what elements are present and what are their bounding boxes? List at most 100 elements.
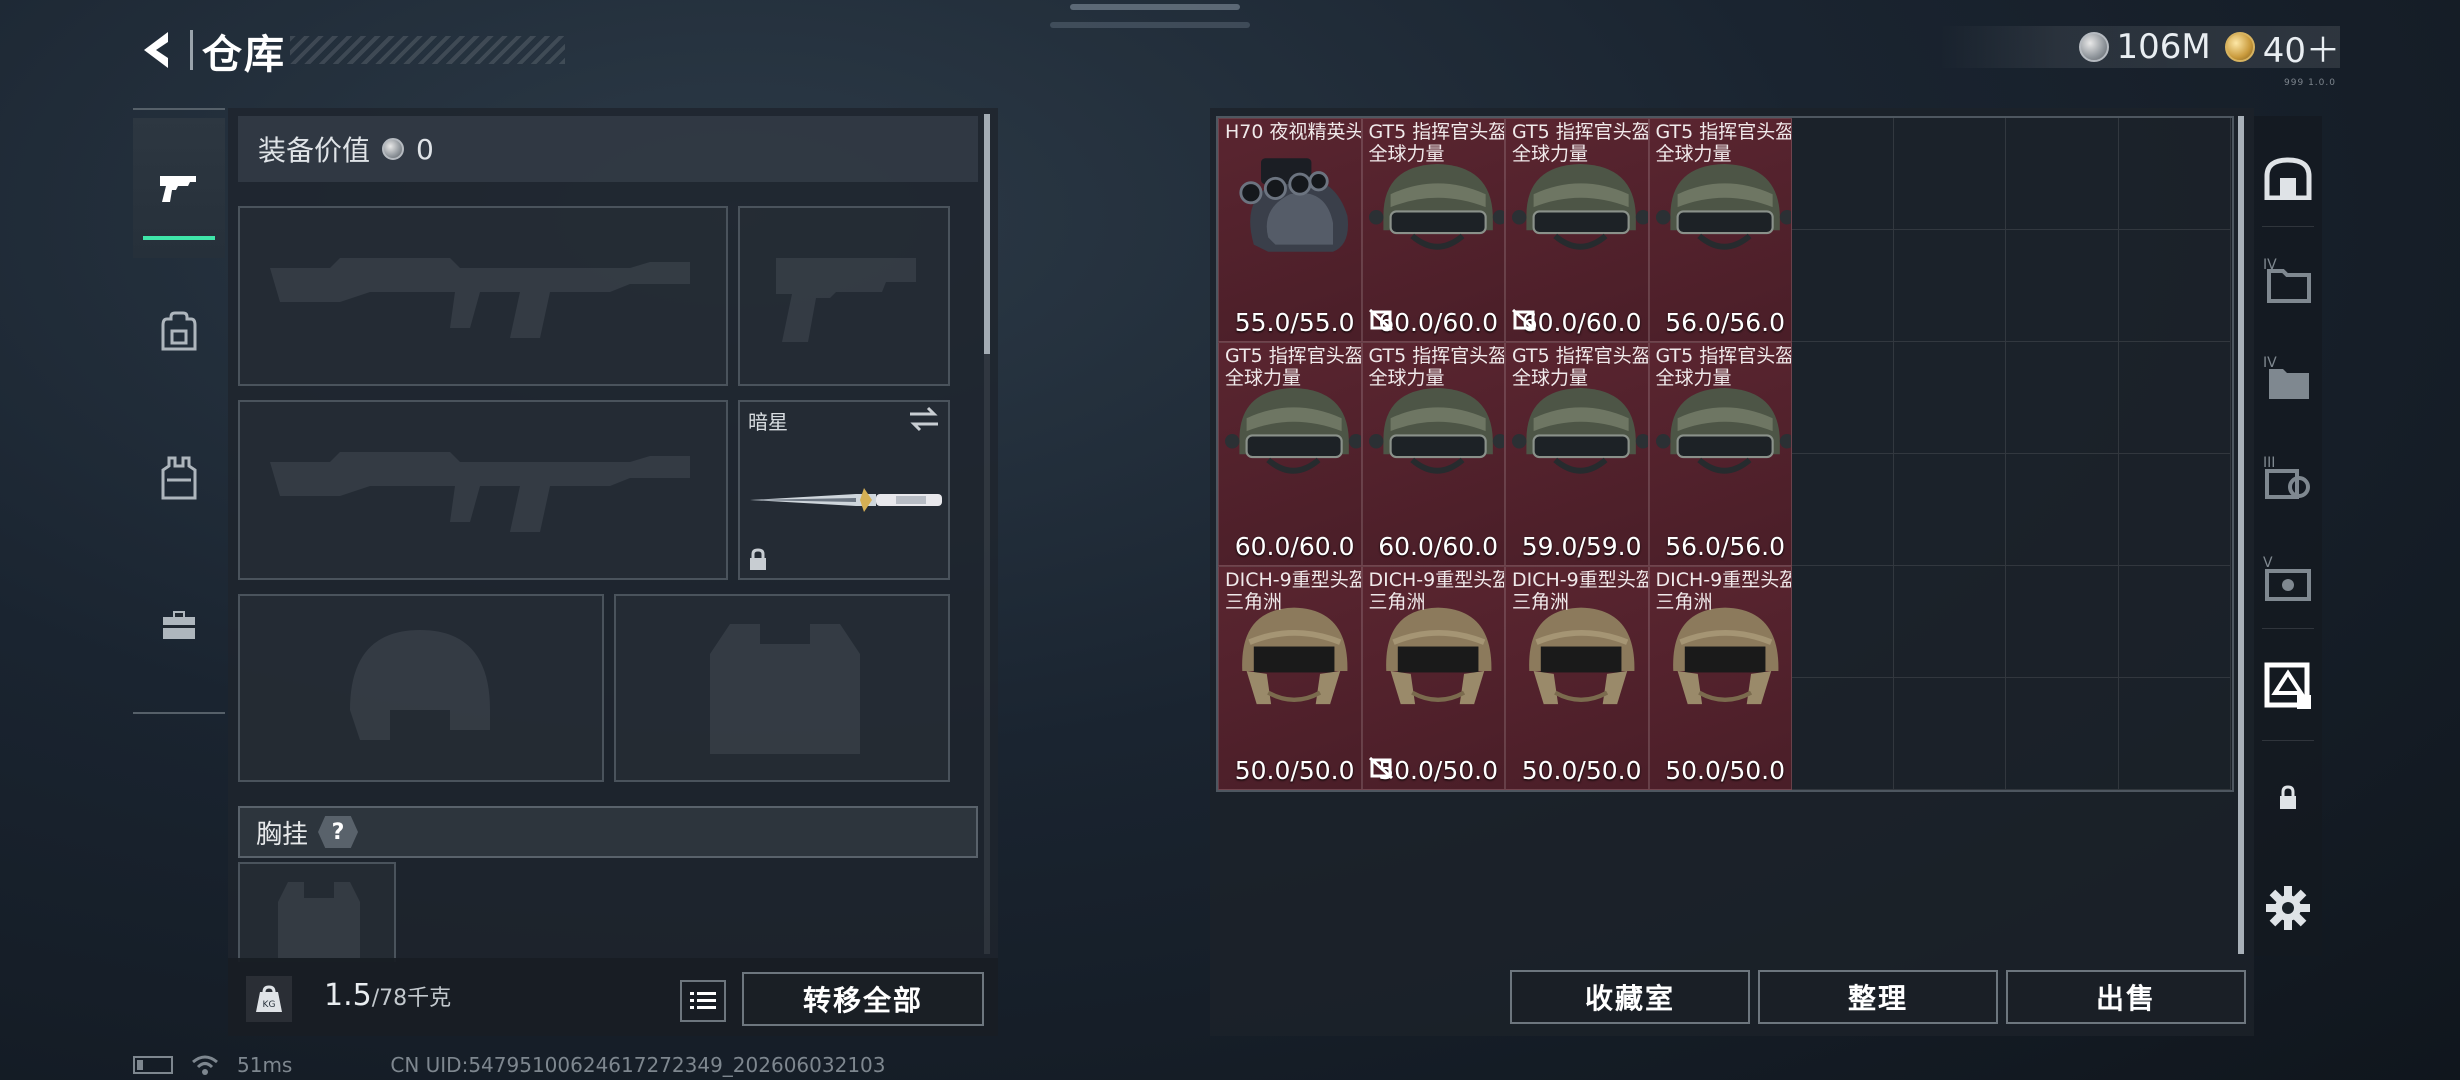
storage-grid-cell[interactable] <box>1780 118 1894 230</box>
storage-grid-cell[interactable] <box>1893 118 2007 230</box>
storage-item-dich-helmet[interactable]: DICH-9重型头盔 三角洲 50.0/50.0 <box>1505 566 1649 790</box>
storage-grid-cell[interactable] <box>2118 454 2232 566</box>
storage-grid-cell[interactable] <box>1780 454 1894 566</box>
tier-v-safe-icon: V <box>2263 555 2311 601</box>
storage-grid-cell[interactable] <box>2006 678 2119 790</box>
helmet-icon <box>1368 151 1505 262</box>
item-name-line1: GT5 指挥官头盔 <box>1512 121 1649 143</box>
item-durability: 60.0/60.0 <box>1378 308 1498 337</box>
item-name-line2: 全球力量 <box>1368 367 1445 389</box>
item-name-line2: 全球力量 <box>1512 367 1589 389</box>
nav-item-toolbox[interactable] <box>133 554 225 694</box>
sort-button[interactable]: 整理 <box>1758 970 1998 1024</box>
status-bar: 51ms CN UID:5479510062461727234­9_202606… <box>133 1052 886 1078</box>
storage-grid-cell[interactable] <box>2118 342 2232 454</box>
storage-grid-cell[interactable] <box>1893 342 2007 454</box>
storage-item-nvg-helmet[interactable]: H70 夜视精英头盔 55.0/55.0 <box>1218 118 1362 342</box>
storage-scrollbar[interactable] <box>2238 116 2244 954</box>
no-trade-icon <box>1511 308 1537 335</box>
melee-slot[interactable]: 暗星 <box>738 400 950 580</box>
storage-item-dich-helmet[interactable]: DICH-9重型头盔 三角洲 50.0/50.0 <box>1218 566 1362 790</box>
nav-separator <box>2262 740 2314 741</box>
storage-grid-cell[interactable] <box>2118 678 2232 790</box>
storage-item-gt5-helmet[interactable]: GT5 指挥官头盔 全球力量 59.0/59.0 <box>1505 342 1649 566</box>
storage-item-gt5-helmet[interactable]: GT5 指挥官头盔 全球力量 60.0/60.0 <box>1361 118 1505 342</box>
helmet-icon <box>1656 599 1792 710</box>
storage-item-gt5-helmet[interactable]: GT5 指挥官头盔 全球力量 56.0/56.0 <box>1648 118 1792 342</box>
silver-currency[interactable]: 106M <box>2078 27 2211 67</box>
storage-grid-cell[interactable] <box>2006 566 2119 678</box>
storage-grid-cell[interactable] <box>1893 230 2007 342</box>
primary-weapon-slot-1[interactable] <box>238 206 728 386</box>
chest-rig-silhouette-icon <box>278 882 360 958</box>
nav-item-tier-iv-folder[interactable]: IV <box>2254 330 2322 426</box>
storage-item-gt5-helmet[interactable]: GT5 指挥官头盔 全球力量 56.0/56.0 <box>1648 342 1792 566</box>
storage-item-dich-helmet[interactable]: DICH-9重型头盔 三角洲 50.0/50.0 <box>1361 566 1505 790</box>
helmet-icon <box>1512 375 1648 486</box>
storage-grid-cell[interactable] <box>1780 566 1894 678</box>
equipment-scrollbar-thumb[interactable] <box>984 114 990 354</box>
storage-grid-cell[interactable] <box>1893 566 2007 678</box>
back-button[interactable] <box>130 22 186 78</box>
storage-grid-cell[interactable] <box>2118 118 2232 230</box>
storage-item-gt5-helmet[interactable]: GT5 指挥官头盔 全球力量 60.0/60.0 <box>1361 342 1505 566</box>
item-name-line1: GT5 指挥官头盔 <box>1368 345 1505 367</box>
storage-grid-cell[interactable] <box>2006 230 2119 342</box>
chest-rig-header: 胸挂 ? <box>238 806 978 858</box>
item-name-line1: GT5 指挥官头盔 <box>1655 121 1792 143</box>
item-name-line2: 全球力量 <box>1512 143 1589 165</box>
equipment-panel: 装备价值 0 暗星 胸挂 ? KG 1.5/78千克 转移全部 <box>228 108 998 1036</box>
nav-item-warehouse[interactable] <box>2254 130 2322 226</box>
chest-rig-slot[interactable] <box>238 862 396 962</box>
storage-grid-cell[interactable] <box>2118 230 2232 342</box>
body-armor-slot[interactable] <box>614 594 950 782</box>
swap-icon[interactable] <box>908 406 940 432</box>
storage-grid-cell[interactable] <box>2006 454 2119 566</box>
tier-iv-case-icon: IV <box>2263 257 2311 303</box>
storage-grid-cell[interactable] <box>1780 678 1894 790</box>
storage-grid: H70 夜视精英头盔55.0/55.0GT5 指挥官头盔全球力量60.0/60.… <box>1216 116 2234 792</box>
item-name-line1: GT5 指挥官头盔 <box>1655 345 1792 367</box>
item-name-line2: 三角洲 <box>1368 591 1426 613</box>
settings-button[interactable] <box>2254 860 2322 956</box>
list-view-button[interactable] <box>680 980 726 1022</box>
nav-item-tier-iv-case[interactable]: IV <box>2254 232 2322 328</box>
helmet-slot[interactable] <box>238 594 604 782</box>
sidearm-slot[interactable] <box>738 206 950 386</box>
storage-grid-cell[interactable] <box>1893 678 2007 790</box>
storage-item-gt5-helmet[interactable]: GT5 指挥官头盔 全球力量 60.0/60.0 <box>1218 342 1362 566</box>
nav-item-vest[interactable] <box>133 408 225 548</box>
transfer-all-button[interactable]: 转移全部 <box>742 972 984 1026</box>
nav-item-selected-case[interactable] <box>2254 638 2322 734</box>
help-button[interactable]: ? <box>318 816 359 848</box>
rifle-silhouette-icon <box>270 452 690 532</box>
item-name: GT5 指挥官头盔 全球力量 <box>1512 121 1649 165</box>
nav-item-tier-v-safe[interactable]: V <box>2254 530 2322 626</box>
storage-grid-cell[interactable] <box>1893 454 2007 566</box>
nav-item-tier-iii-gear[interactable]: III <box>2254 430 2322 526</box>
item-name: GT5 指挥官头盔 全球力量 <box>1655 121 1792 165</box>
equipment-category-nav <box>133 108 225 714</box>
nav-item-backpack[interactable] <box>133 262 225 402</box>
gold-currency[interactable]: 40＋ <box>2224 23 2340 72</box>
helmet-icon <box>1655 151 1792 262</box>
carry-weight: 1.5/78千克 <box>324 978 451 1013</box>
helmet-icon <box>1369 599 1505 710</box>
storage-grid-cell[interactable] <box>2118 566 2232 678</box>
storage-grid-cell[interactable] <box>1780 342 1894 454</box>
nav-item-weapons[interactable] <box>133 118 225 258</box>
item-name-line1: DICH-9重型头盔 <box>1512 569 1649 591</box>
sell-button[interactable]: 出售 <box>2006 970 2246 1024</box>
storage-grid-cell[interactable] <box>2006 342 2119 454</box>
primary-weapon-slot-2[interactable] <box>238 400 728 580</box>
storage-item-dich-helmet[interactable]: DICH-9重型头盔 三角洲 50.0/50.0 <box>1648 566 1792 790</box>
weight-capacity: /78千克 <box>371 986 452 1011</box>
collection-room-button[interactable]: 收藏室 <box>1510 970 1750 1024</box>
item-durability: 55.0/55.0 <box>1234 308 1355 337</box>
nav-item-locked[interactable] <box>2254 750 2322 846</box>
no-trade-icon <box>1368 756 1393 783</box>
storage-grid-cell[interactable] <box>2006 118 2119 230</box>
storage-grid-cell[interactable] <box>1780 230 1894 342</box>
helmet-icon <box>1368 375 1505 486</box>
storage-item-gt5-helmet[interactable]: GT5 指挥官头盔 全球力量 60.0/60.0 <box>1505 118 1649 342</box>
